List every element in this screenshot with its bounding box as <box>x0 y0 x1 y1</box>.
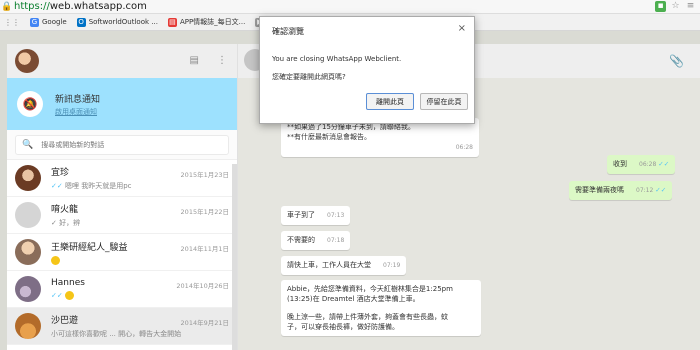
message-text: 不需要的 <box>287 236 315 244</box>
chat-item[interactable]: 沙巴遊 小可這樣你喜歡呢 ... 開心，轉告大金開始 2014年9月21日 <box>7 308 237 345</box>
scrollbar[interactable] <box>232 164 237 350</box>
apps-icon[interactable]: ⋮⋮ <box>4 18 20 27</box>
message-bubble: Abbie，先給您準備資料，今天紅樹林集合是1:25pm (13:25)在 Dr… <box>281 280 481 336</box>
chat-time: 2014年9月21日 <box>180 319 229 327</box>
message-bubble: 需要準備兩夜嗎 07:12 ✓✓ <box>569 181 673 200</box>
avatar <box>15 276 41 302</box>
search-bar: 🔍 <box>7 130 237 160</box>
chat-time: 2015年1月22日 <box>180 208 229 216</box>
url-host: web.whatsapp.com <box>49 1 147 12</box>
outlook-icon: O <box>76 17 86 27</box>
message-text: 請快上車，工作人員在大堂 <box>287 261 371 269</box>
bookmark-label: SoftworldOutlook ... <box>88 18 158 26</box>
message-text: 子，可以穿長袖長褲，做好防護備。 <box>287 323 399 331</box>
message-time: 07:18 <box>327 237 345 244</box>
message-time: 07:12 <box>636 187 654 194</box>
message-text: Abbie，先給您準備資料，今天紅樹林集合是1:25pm <box>287 285 453 293</box>
message-text: **有什麼最新消息會報告。 <box>287 133 371 141</box>
bell-muted-icon: 🔕 <box>17 91 43 117</box>
lock-icon: 🔒 <box>1 1 13 12</box>
confirm-dialog: 確認瀏覽 × You are closing WhatsApp Webclien… <box>259 16 475 124</box>
message-bubble: 車子到了 07:13 <box>281 206 351 225</box>
read-ticks-icon: ✓✓ <box>655 186 667 194</box>
chat-item[interactable]: 王樂研經紀人_駿益 2014年11月1日 <box>7 234 237 271</box>
paperclip-icon[interactable]: 📎 <box>669 54 684 68</box>
message-text: 晚上涼一些，請帶上件薄外套，夠蓋會有些長蟲，蚊 <box>287 313 448 321</box>
chat-item[interactable]: Hannes ✓✓ 2014年10月26日 <box>7 271 237 308</box>
stay-page-button[interactable]: 停留在此頁 <box>420 93 468 110</box>
message-time: 07:13 <box>327 212 345 219</box>
message-bubble: 不需要的 07:18 <box>281 231 351 250</box>
url-text[interactable]: https://web.whatsapp.com <box>14 1 147 12</box>
dialog-question: 您確定要離開此網頁嗎? <box>272 73 346 81</box>
search-input[interactable] <box>41 141 212 149</box>
star-icon[interactable]: ☆ <box>670 1 681 12</box>
message-text: (13:25)在 Dreamtel 酒店大堂準備上車。 <box>287 295 420 303</box>
message-text: 需要準備兩夜嗎 <box>575 186 624 194</box>
address-bar[interactable]: 🔒 https://web.whatsapp.com ▪ ☆ ≡ <box>0 0 700 14</box>
menu-icon[interactable]: ⋮ <box>217 55 227 66</box>
sidebar: ▤ ⋮ 🔕 新訊息通知 啟用桌面通知 🔍 宜珍 ✓✓ 嗯哩 我昨天就是用pc <box>7 44 238 350</box>
sent-tick-icon: ✓ <box>51 219 57 227</box>
read-ticks-icon: ✓✓ <box>658 160 670 168</box>
doc-icon: ▤ <box>167 17 177 27</box>
chat-time: 2015年1月23日 <box>180 171 229 179</box>
extension-icon[interactable]: ▪ <box>655 1 666 12</box>
chat-time: 2014年11月1日 <box>180 245 229 253</box>
chat-list: 宜珍 ✓✓ 嗯哩 我昨天就是用pc 2015年1月23日 唷火龍 ✓ 好，辨 2… <box>7 160 237 345</box>
message-time: 07:19 <box>383 262 401 269</box>
leave-page-button[interactable]: 離開此頁 <box>366 93 414 110</box>
chat-last-message: 好，辨 <box>59 219 81 227</box>
search-icon: 🔍 <box>22 140 34 150</box>
chat-last-message: 嗯哩 我昨天就是用pc <box>64 182 132 190</box>
dialog-message: You are closing WhatsApp Webclient. <box>272 55 402 63</box>
dialog-title: 確認瀏覽 <box>272 27 304 36</box>
avatar <box>15 239 41 265</box>
bookmark-label: APP情報誌_每日文... <box>179 18 246 26</box>
avatar <box>15 313 41 339</box>
message-text: 車子到了 <box>287 211 315 219</box>
url-scheme: https:// <box>14 1 50 12</box>
bookmark-label: Google <box>42 18 67 26</box>
bookmark-app[interactable]: ▤ APP情報誌_每日文... <box>167 17 246 27</box>
default-avatar <box>15 202 41 228</box>
avatar <box>15 165 41 191</box>
message-time: 06:28 <box>455 144 473 151</box>
chat-item[interactable]: 宜珍 ✓✓ 嗯哩 我昨天就是用pc 2015年1月23日 <box>7 160 237 197</box>
message-text: 收到 <box>613 160 627 168</box>
message-bubble: 請快上車，工作人員在大堂 07:19 <box>281 256 407 275</box>
notification-title: 新訊息通知 <box>55 94 101 105</box>
read-ticks-icon: ✓✓ <box>51 182 63 190</box>
read-ticks-icon: ✓✓ <box>51 291 63 300</box>
menu-icon[interactable]: ≡ <box>685 1 696 12</box>
notification-banner[interactable]: 🔕 新訊息通知 啟用桌面通知 <box>7 78 237 130</box>
smile-emoji-icon <box>51 255 60 265</box>
profile-avatar[interactable] <box>15 49 39 73</box>
chat-item[interactable]: 唷火龍 ✓ 好，辨 2015年1月22日 <box>7 197 237 234</box>
sleepy-emoji-icon <box>64 291 74 300</box>
chat-last-message: 小可這樣你喜歡呢 ... 開心，轉告大金開始 <box>51 330 182 338</box>
google-icon: G <box>30 17 39 27</box>
chat-time: 2014年10月26日 <box>176 282 229 290</box>
bookmark-google[interactable]: G Google <box>30 17 67 27</box>
sidebar-header: ▤ ⋮ <box>7 44 237 78</box>
close-icon[interactable]: × <box>458 23 466 34</box>
enable-notifications-link[interactable]: 啟用桌面通知 <box>55 107 100 117</box>
message-bubble: 收到 06:28 ✓✓ <box>607 155 676 174</box>
chat-icon[interactable]: ▤ <box>190 55 199 66</box>
message-time: 06:28 <box>639 161 657 168</box>
bookmark-outlook[interactable]: O SoftworldOutlook ... <box>76 17 158 27</box>
